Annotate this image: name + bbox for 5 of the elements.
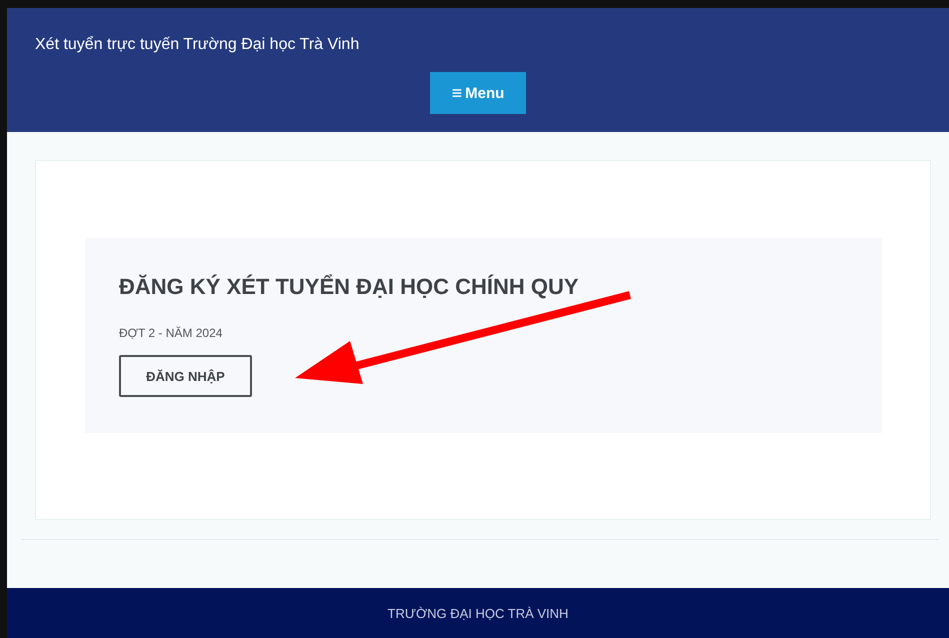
panel-heading: ĐĂNG KÝ XÉT TUYỂN ĐẠI HỌC CHÍNH QUY [119,274,579,300]
site-title: Xét tuyển trực tuyến Trường Đại học Trà Vinh [35,36,360,54]
panel-subtitle: ĐỢT 2 - NĂM 2024 [119,326,222,340]
login-button[interactable]: ĐĂNG NHẬP [119,355,252,397]
footer-text: TRƯỜNG ĐẠI HỌC TRÀ VINH [388,606,568,620]
